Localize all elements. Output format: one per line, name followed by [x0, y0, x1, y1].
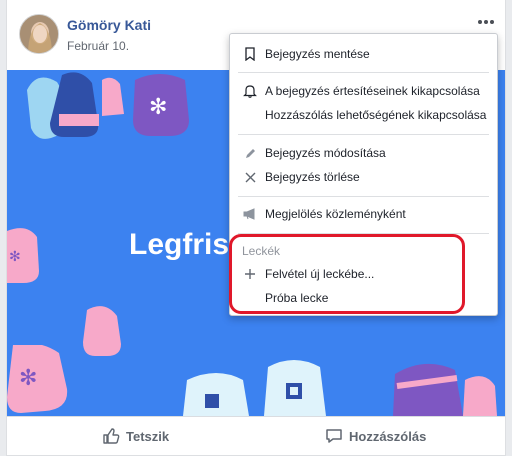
- post-actions: Tetszik Hozzászólás: [7, 416, 505, 456]
- pencil-icon: [243, 146, 257, 160]
- mitten-icon: [183, 373, 249, 416]
- menu-item-mark-as-announcement[interactable]: Megjelölés közleményként: [230, 203, 497, 225]
- mitten-icon: ✻: [7, 228, 39, 283]
- menu-item-turn-off-commenting[interactable]: Hozzászólás lehetőségének kikapcsolása: [230, 104, 497, 126]
- mitten-icon: [264, 360, 326, 416]
- highlight-annotation: [229, 234, 465, 314]
- bookmark-icon: [243, 47, 257, 61]
- menu-item-save-post[interactable]: Bejegyzés mentése: [230, 43, 497, 65]
- menu-item-label: Bejegyzés törlése: [265, 170, 360, 184]
- banner-title: Legfris: [129, 228, 230, 261]
- thumbs-up-icon: [103, 428, 120, 444]
- menu-item-label: Bejegyzés módosítása: [265, 146, 386, 160]
- bell-icon: [243, 84, 257, 98]
- mitten-icon: [83, 306, 121, 356]
- mitten-icon: [27, 72, 124, 139]
- dot-icon: [478, 20, 482, 24]
- author-name[interactable]: Gömöry Kati: [67, 17, 151, 33]
- mitten-icon: ✻: [133, 74, 189, 136]
- megaphone-icon: [243, 207, 257, 221]
- svg-text:✻: ✻: [149, 95, 167, 120]
- menu-item-turn-off-notifications[interactable]: A bejegyzés értesítéseinek kikapcsolása: [230, 80, 497, 102]
- dot-icon: [484, 20, 488, 24]
- menu-item-label: Hozzászólás lehetőségének kikapcsolása: [265, 108, 487, 122]
- avatar[interactable]: [19, 14, 59, 54]
- like-label: Tetszik: [126, 428, 170, 444]
- comment-label: Hozzászólás: [349, 428, 427, 444]
- more-options-button[interactable]: [473, 12, 499, 32]
- menu-divider: [238, 134, 489, 135]
- menu-item-edit-post[interactable]: Bejegyzés módosítása: [230, 142, 497, 164]
- menu-divider: [238, 72, 489, 73]
- like-button[interactable]: Tetszik: [102, 427, 169, 445]
- close-icon: [243, 170, 257, 184]
- post-date[interactable]: Február 10.: [67, 39, 129, 53]
- menu-item-label: Bejegyzés mentése: [265, 47, 370, 61]
- mitten-icon: [393, 363, 497, 416]
- menu-item-label: A bejegyzés értesítéseinek kikapcsolása: [265, 84, 480, 98]
- menu-divider: [238, 196, 489, 197]
- mitten-icon: ✻: [7, 345, 68, 413]
- comment-button[interactable]: Hozzászólás: [325, 427, 426, 445]
- svg-text:✻: ✻: [19, 366, 37, 391]
- menu-item-delete-post[interactable]: Bejegyzés törlése: [230, 166, 497, 188]
- comment-icon: [326, 429, 342, 443]
- menu-item-label: Megjelölés közleményként: [265, 207, 406, 221]
- svg-text:✻: ✻: [9, 249, 21, 265]
- dot-icon: [490, 20, 494, 24]
